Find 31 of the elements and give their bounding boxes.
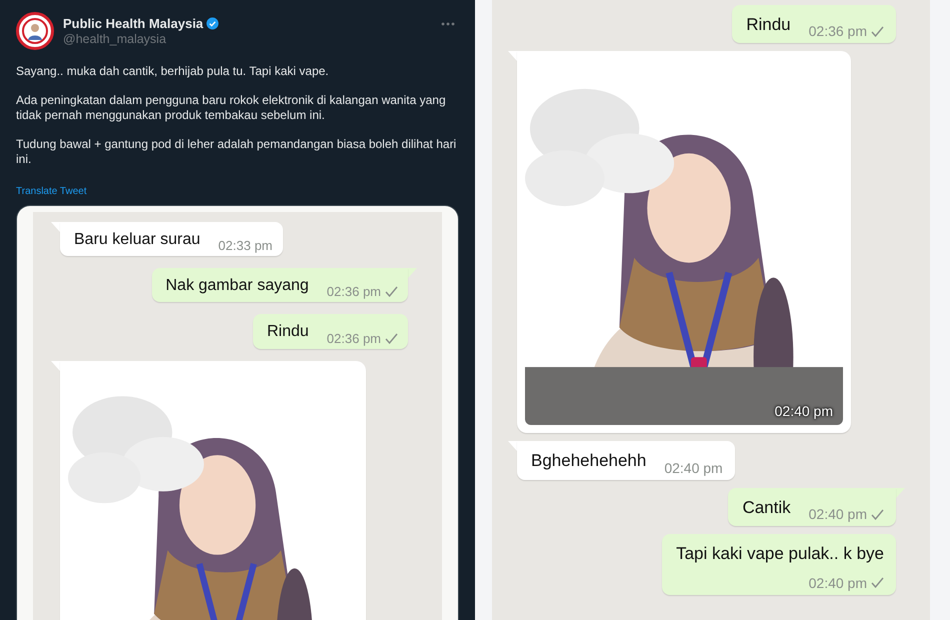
message-text: Bghehehehehh xyxy=(531,451,646,472)
check-icon xyxy=(871,26,884,37)
more-icon[interactable] xyxy=(441,22,455,26)
tweet-text: Sayang.. muka dah cantik, berhijab pula tu. Tapi kaki vape. xyxy=(16,64,330,79)
avatar-icon[interactable] xyxy=(16,12,54,50)
author-name[interactable]: Public Health Malaysia xyxy=(63,16,204,31)
message-text: Baru keluar surau xyxy=(74,230,200,250)
tweet-text: Tudung bawal + gantung pod di leher adalah pemandangan biasa boleh dilihat hari ini. xyxy=(16,137,458,167)
check-icon xyxy=(871,577,884,588)
message-time: 02:36 pm xyxy=(808,23,867,40)
message-time: 02:40 pm xyxy=(774,403,833,420)
message-time: 02:40 pm xyxy=(808,506,867,522)
tweet-text: Ada peningkatan dalam pengguna baru rokok elektronik di kalangan wanita yang tidak pernah menggunakan produk tembakau sebelum ini. xyxy=(16,93,447,123)
message-text: Nak gambar sayang xyxy=(166,276,309,296)
message-time: 02:40 pm xyxy=(808,574,867,591)
message-time: 02:40 pm xyxy=(664,460,723,476)
message-text: Rindu xyxy=(266,322,309,342)
check-icon xyxy=(871,508,884,520)
bubble-tail-icon xyxy=(51,360,60,371)
message-text: Rindu xyxy=(746,15,791,36)
message-time: 02:36 pm xyxy=(326,284,381,300)
check-icon xyxy=(385,286,398,298)
message-time: 02:33 pm xyxy=(218,238,272,254)
bubble-tail-icon xyxy=(508,51,517,62)
image-message[interactable]: 02:40 pm xyxy=(517,51,851,434)
message-text: Tapi kaki vape pulak.. k bye xyxy=(676,544,884,565)
check-icon xyxy=(385,332,398,344)
message-text: Cantik xyxy=(742,498,791,518)
translate-link[interactable]: Translate Tweet xyxy=(16,186,87,197)
message-time: 02:36 pm xyxy=(326,330,381,346)
author-handle: @health_malaysia xyxy=(63,32,168,46)
